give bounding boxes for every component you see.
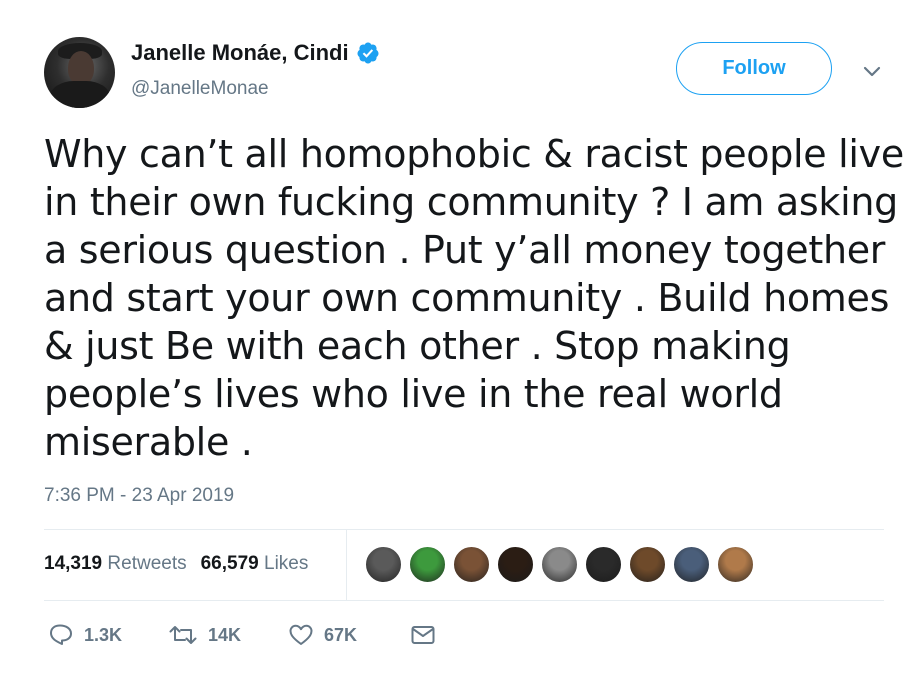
tweet-line: & just Be with each other . Stop making bbox=[44, 324, 791, 368]
retweets-stat[interactable]: 14,319 Retweets bbox=[44, 553, 187, 575]
liker-avatar-4[interactable] bbox=[497, 546, 534, 583]
retweets-label: Retweets bbox=[107, 553, 187, 574]
avatar-face bbox=[68, 51, 94, 85]
liker-avatar-7[interactable] bbox=[629, 546, 666, 583]
like-button[interactable]: 67K bbox=[288, 623, 410, 647]
display-name-text: Janelle Monáe, Cindi bbox=[131, 40, 349, 65]
divider-bottom bbox=[44, 600, 884, 601]
liker-avatar-5[interactable] bbox=[541, 546, 578, 583]
tweet-line: miserable . bbox=[44, 420, 253, 464]
liker-avatar-3[interactable] bbox=[453, 546, 490, 583]
follow-button[interactable]: Follow bbox=[676, 42, 832, 95]
stats-divider bbox=[346, 530, 347, 600]
tweet-line: and start your own community . Build hom… bbox=[44, 276, 890, 320]
tweet-line: people’s lives who live in the real worl… bbox=[44, 372, 783, 416]
direct-message-button[interactable] bbox=[410, 624, 436, 646]
divider-top bbox=[44, 529, 884, 530]
liked-by-avatars bbox=[365, 546, 754, 583]
chevron-down-icon bbox=[863, 66, 881, 77]
retweets-count: 14,319 bbox=[44, 553, 103, 574]
reply-count: 1.3K bbox=[84, 624, 123, 645]
like-count: 67K bbox=[324, 624, 358, 645]
more-options-button[interactable] bbox=[858, 60, 886, 84]
reply-icon bbox=[50, 624, 72, 645]
tweet-text: Why can’t all homophobic & racist people… bbox=[44, 130, 903, 466]
retweet-icon bbox=[169, 626, 197, 644]
envelope-icon bbox=[411, 626, 435, 644]
heart-icon bbox=[289, 624, 313, 645]
likes-label: Likes bbox=[264, 553, 309, 574]
verified-badge-icon bbox=[357, 42, 379, 64]
tweet-line: in their own fucking community ? I am as… bbox=[44, 180, 898, 224]
retweet-count: 14K bbox=[208, 624, 242, 645]
likes-stat[interactable]: 66,579 Likes bbox=[201, 553, 309, 575]
liker-avatar-6[interactable] bbox=[585, 546, 622, 583]
tweet-line: Why can’t all homophobic & racist people… bbox=[44, 132, 903, 176]
tweet-stats: 14,319 Retweets 66,579 Likes bbox=[44, 553, 308, 575]
tweet-actions: 1.3K 14K 67K bbox=[48, 623, 436, 647]
liker-avatar-1[interactable] bbox=[365, 546, 402, 583]
tweet-timestamp[interactable]: 7:36 PM - 23 Apr 2019 bbox=[44, 485, 234, 507]
retweet-button[interactable]: 14K bbox=[168, 623, 288, 647]
avatar-coat bbox=[50, 81, 110, 108]
author-handle[interactable]: @JanelleMonae bbox=[131, 78, 269, 100]
reply-button[interactable]: 1.3K bbox=[48, 623, 168, 647]
liker-avatar-9[interactable] bbox=[717, 546, 754, 583]
author-display-name[interactable]: Janelle Monáe, Cindi bbox=[131, 40, 380, 66]
liker-avatar-2[interactable] bbox=[409, 546, 446, 583]
likes-count: 66,579 bbox=[200, 553, 259, 574]
author-avatar[interactable] bbox=[44, 37, 115, 108]
tweet-line: a serious question . Put y’all money tog… bbox=[44, 228, 886, 272]
liker-avatar-8[interactable] bbox=[673, 546, 710, 583]
